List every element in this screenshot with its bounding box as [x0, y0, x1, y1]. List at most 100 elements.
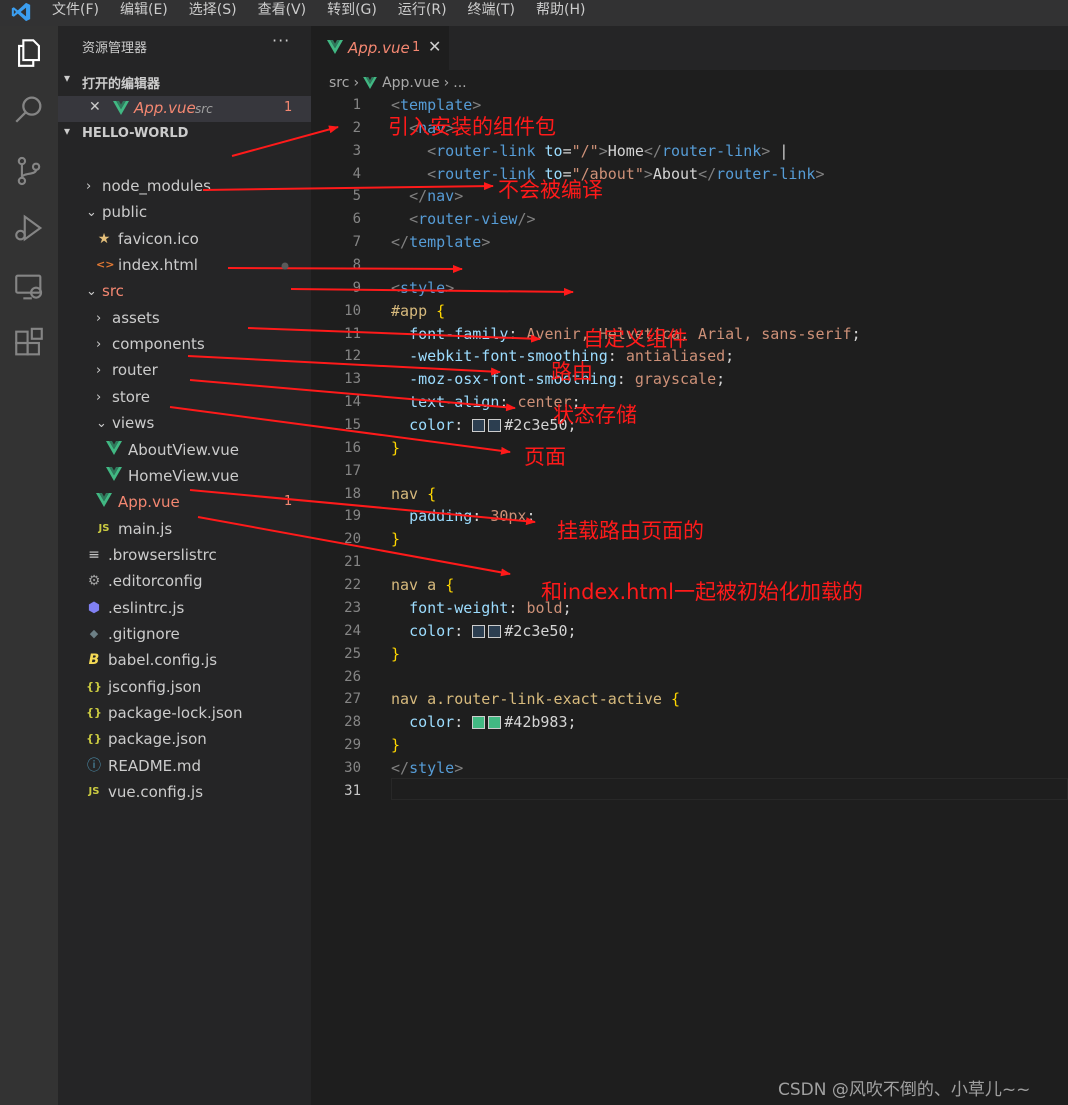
file-lines-icon: ≡	[88, 547, 100, 563]
breadcrumb-file[interactable]: App.vue	[382, 75, 440, 91]
line-number: 15	[344, 417, 361, 433]
tree-folder[interactable]: › assets	[58, 306, 311, 332]
line-number: 8	[352, 257, 361, 273]
line-number: 7	[352, 234, 361, 250]
explorer-icon[interactable]	[12, 36, 46, 70]
search-icon[interactable]	[12, 92, 46, 126]
tree-file[interactable]: ⚙ .editorconfig	[58, 569, 311, 595]
tree-file[interactable]: Bbabel.config.js	[58, 648, 311, 674]
line-number: 21	[344, 554, 361, 570]
code-line: color: #2c3e50;	[409, 622, 577, 640]
menu-item[interactable]: 选择(S)	[189, 0, 237, 22]
code-line: <style>	[391, 279, 455, 297]
tree-folder[interactable]: › node_modules	[58, 174, 311, 200]
code-line: }	[391, 530, 401, 548]
chevron-down-icon: ⌄	[86, 205, 97, 220]
breadcrumb-more[interactable]: ...	[453, 75, 466, 91]
watermark: CSDN @风吹不倒的、小草儿~~	[778, 1080, 1031, 1100]
tree-file[interactable]: ◆ .gitignore	[58, 622, 311, 648]
code-line: <router-view/>	[409, 210, 536, 228]
close-icon[interactable]: ✕	[89, 99, 101, 115]
chevron-right-icon: ›	[96, 311, 102, 326]
tree-file[interactable]: App.vue 1	[58, 490, 311, 516]
line-number: 10	[344, 303, 361, 319]
chevron-down-icon: ▾	[64, 71, 71, 85]
code-line: </style>	[391, 759, 464, 777]
tree-item-label: store	[112, 388, 150, 406]
json-icon: {}	[86, 732, 102, 745]
code-line: <router-link to="/">Home</router-link> |	[427, 142, 789, 160]
tree-folder[interactable]: ⌄ src	[58, 279, 311, 305]
code-line: color: #2c3e50;	[409, 416, 577, 434]
open-editors-section[interactable]: ▾ 打开的编辑器	[58, 70, 311, 94]
line-number: 1	[352, 97, 361, 113]
line-number: 19	[344, 508, 361, 524]
tree-file[interactable]: ⓘ README.md	[58, 754, 311, 780]
tree-file[interactable]: AboutView.vue	[58, 438, 311, 464]
tree-item-label: views	[112, 414, 155, 432]
tree-item-label: index.html	[118, 256, 198, 274]
open-editor-item[interactable]: ✕ App.vue src 1	[58, 96, 311, 122]
line-number: 12	[344, 348, 361, 364]
line-number: 27	[344, 691, 361, 707]
line-number: 6	[352, 211, 361, 227]
line-number: 16	[344, 440, 361, 456]
vue-icon	[106, 467, 122, 485]
code-line: </template>	[391, 233, 491, 251]
more-actions-icon[interactable]: ···	[272, 31, 290, 50]
menu-item[interactable]: 运行(R)	[398, 0, 447, 22]
tree-item-label: .gitignore	[108, 625, 180, 643]
tree-file[interactable]: HomeView.vue	[58, 464, 311, 490]
tree-folder[interactable]: ⌄ views	[58, 411, 311, 437]
menu-item[interactable]: 查看(V)	[258, 0, 307, 22]
title-bar: 文件(F) 编辑(E) 选择(S) 查看(V) 转到(G) 运行(R) 终端(T) 帮助(H)	[0, 0, 1068, 26]
problem-count-badge: 1	[284, 494, 293, 509]
source-control-icon[interactable]	[12, 154, 46, 188]
menu-item[interactable]: 帮助(H)	[536, 0, 585, 22]
chevron-right-icon: ›	[96, 390, 102, 405]
tree-file[interactable]: {} package-lock.json	[58, 701, 311, 727]
tree-file[interactable]: <> index.html	[58, 253, 311, 279]
tree-file[interactable]: JS vue.config.js	[58, 780, 311, 806]
menu-item[interactable]: 文件(F)	[52, 0, 99, 22]
menu-item[interactable]: 转到(G)	[327, 0, 377, 22]
open-editor-folder: src	[195, 102, 213, 116]
line-number: 18	[344, 486, 361, 502]
tree-item-label: .editorconfig	[108, 572, 203, 590]
tab-close-icon[interactable]: ✕	[428, 37, 441, 56]
line-number: 13	[344, 371, 361, 387]
chevron-right-icon: ›	[86, 179, 92, 194]
code-line: padding: 30px;	[409, 507, 536, 525]
breadcrumb-folder[interactable]: src	[329, 75, 349, 91]
code-line: }	[391, 645, 401, 663]
tree-item-label: src	[102, 282, 124, 300]
tree-folder[interactable]: › router	[58, 358, 311, 384]
tree-file[interactable]: ≡ .browserslistrc	[58, 543, 311, 569]
run-debug-icon[interactable]	[12, 211, 46, 245]
menu-item[interactable]: 终端(T)	[468, 0, 515, 22]
remote-explorer-icon[interactable]	[12, 270, 46, 304]
menu-item[interactable]: 编辑(E)	[120, 0, 168, 22]
annotation-state-store: 状态存储	[553, 403, 637, 427]
tree-file[interactable]: {} package.json	[58, 727, 311, 753]
js-icon: JS	[88, 786, 100, 797]
project-section[interactable]: ▾ HELLO-WORLD	[58, 123, 311, 147]
line-number: 31	[344, 783, 361, 799]
code-line: }	[391, 439, 401, 457]
tree-file[interactable]: ⬢ .eslintrc.js	[58, 596, 311, 622]
tree-item-label: package-lock.json	[108, 704, 243, 722]
tree-file[interactable]: {} jsconfig.json	[58, 675, 311, 701]
tree-item-label: router	[112, 361, 158, 379]
tree-item-label: App.vue	[118, 493, 180, 511]
extensions-icon[interactable]	[12, 326, 46, 360]
tab-app-vue[interactable]: App.vue 1 ✕	[311, 26, 449, 70]
tree-folder[interactable]: › components	[58, 332, 311, 358]
tree-file[interactable]: JS main.js	[58, 517, 311, 543]
vue-icon	[113, 101, 129, 115]
tree-file[interactable]: ★ favicon.ico	[58, 227, 311, 253]
tree-folder[interactable]: › store	[58, 385, 311, 411]
tree-item-label: public	[102, 203, 148, 221]
tree-folder[interactable]: ⌄ public	[58, 200, 311, 226]
tree-item-label: HomeView.vue	[128, 467, 239, 485]
code-line: }	[391, 736, 401, 754]
